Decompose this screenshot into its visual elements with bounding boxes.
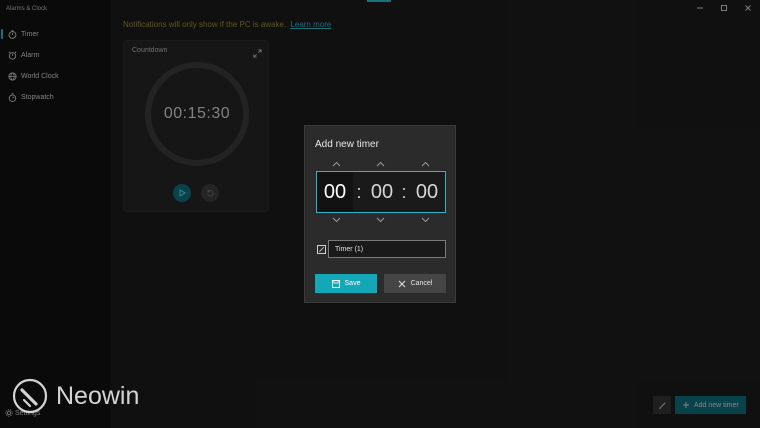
add-timer-dialog: Add new timer 00 : 00 : 00 Timer (1) Sav… [304, 125, 456, 303]
minutes-field[interactable]: 00 [364, 172, 400, 212]
time-picker: 00 : 00 : 00 [316, 171, 446, 213]
seconds-increment-button[interactable] [418, 159, 432, 169]
minutes-decrement-button[interactable] [373, 215, 387, 225]
chevron-up-icon [421, 161, 429, 167]
timer-name-input[interactable]: Timer (1) [328, 240, 446, 258]
neowin-watermark: Neowin [12, 378, 139, 414]
watermark-text: Neowin [56, 381, 140, 410]
save-icon [331, 279, 340, 288]
hours-increment-button[interactable] [329, 159, 343, 169]
seconds-decrement-button[interactable] [418, 215, 432, 225]
chevron-down-icon [421, 217, 429, 223]
timer-name-edit-icon [317, 245, 326, 254]
time-separator: : [356, 181, 362, 202]
dialog-title: Add new timer [315, 139, 379, 150]
cancel-button-label: Cancel [410, 280, 433, 287]
cancel-button[interactable]: Cancel [384, 274, 446, 293]
minutes-increment-button[interactable] [373, 159, 387, 169]
chevron-down-icon [376, 217, 384, 223]
chevron-down-icon [332, 217, 340, 223]
time-separator: : [401, 181, 407, 202]
save-button[interactable]: Save [315, 274, 377, 293]
seconds-field[interactable]: 00 [409, 172, 445, 212]
chevron-up-icon [376, 161, 384, 167]
close-icon [398, 280, 405, 287]
hours-decrement-button[interactable] [329, 215, 343, 225]
pencil-icon [319, 247, 324, 252]
save-button-label: Save [344, 280, 361, 287]
neowin-logo-icon [12, 378, 48, 414]
hours-field[interactable]: 00 [317, 172, 353, 212]
chevron-up-icon [332, 161, 340, 167]
